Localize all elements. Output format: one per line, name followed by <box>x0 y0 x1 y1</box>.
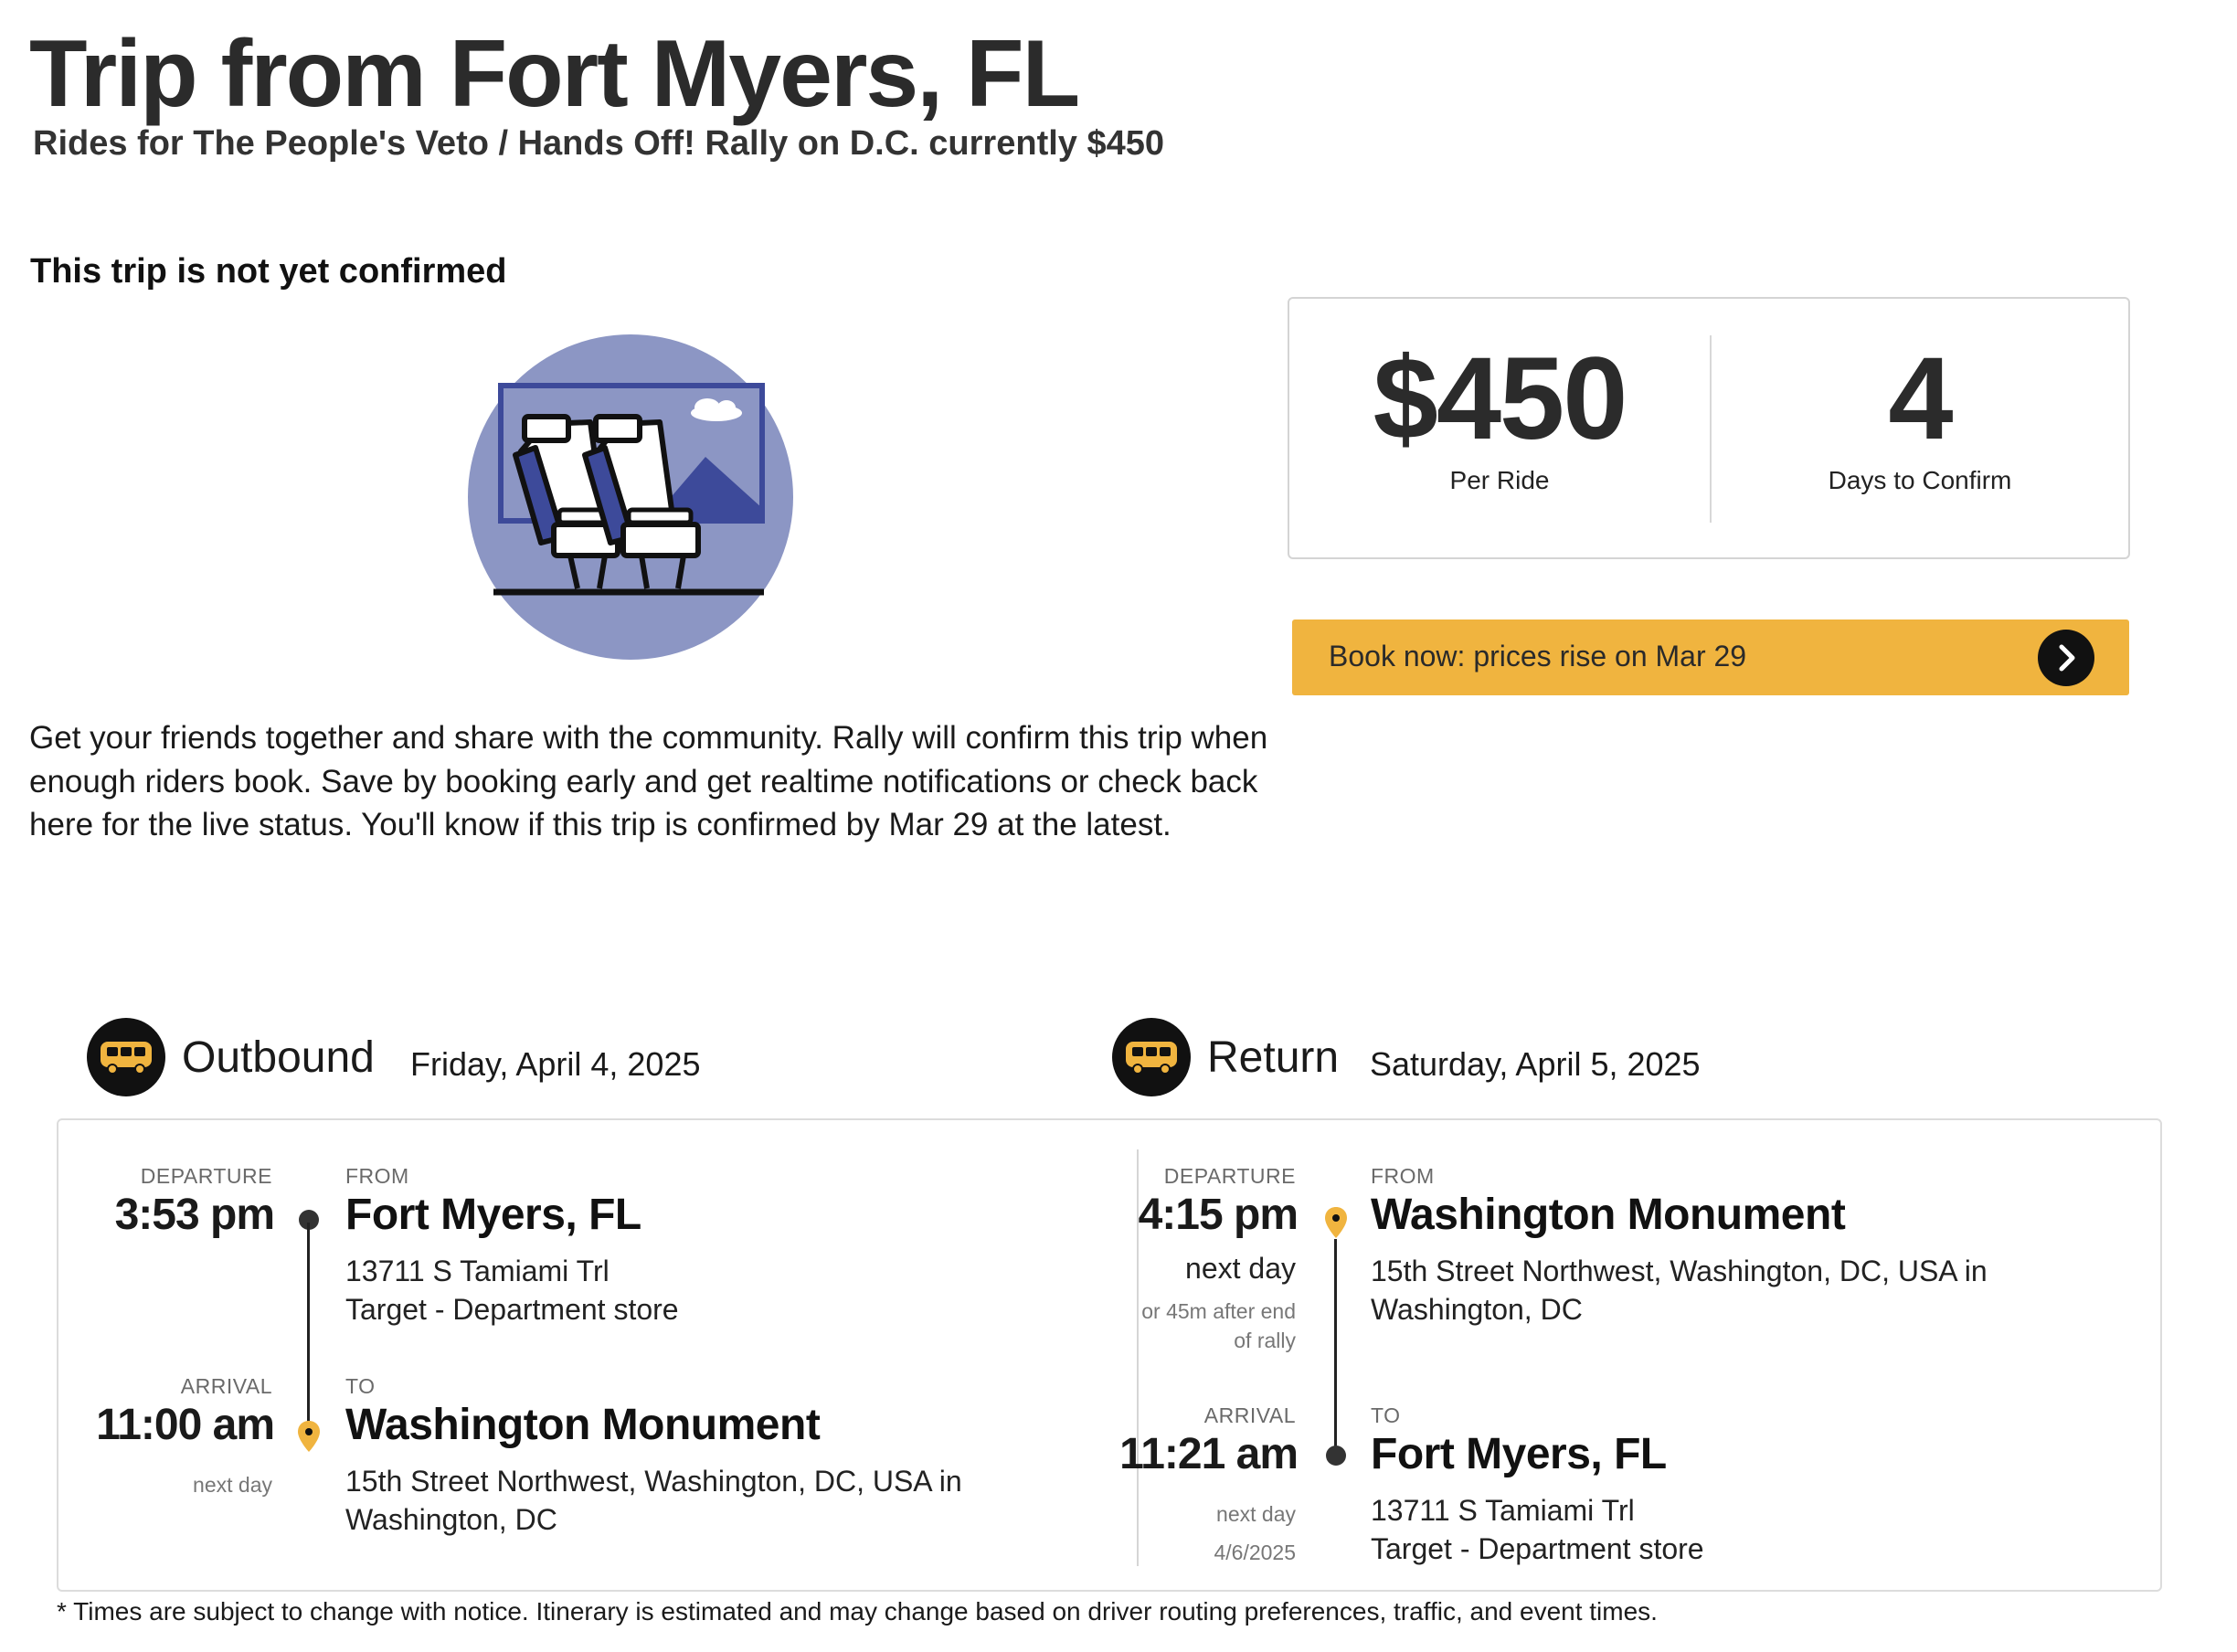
return-departure-label: DEPARTURE <box>1163 1164 1296 1188</box>
chevron-right-icon <box>2038 630 2094 686</box>
return-arrival-label: ARRIVAL <box>1203 1403 1296 1427</box>
return-departure-note: next day <box>1185 1252 1296 1285</box>
return-departure-detail: or 45m after end <box>1141 1299 1296 1323</box>
return-to-address: 13711 S Tamiami Trl <box>1371 1494 1635 1527</box>
return-from-label: FROM <box>1371 1164 1435 1188</box>
trip-stats-card: $450 Per Ride 4 Days to Confirm <box>1288 297 2130 559</box>
outbound-to-address: 15th Street Northwest, Washington, DC, U… <box>345 1465 962 1498</box>
price-value: $450 <box>1373 334 1628 464</box>
return-arrival-time: 11:21 am <box>1119 1430 1299 1478</box>
return-from-place: Washington Monument <box>1371 1191 1846 1239</box>
outbound-arrival-time: 11:00 am <box>96 1401 275 1449</box>
page-subtitle: Rides for The People's Veto / Hands Off!… <box>33 124 1165 163</box>
days-value: 4 <box>1888 334 1953 464</box>
route-line <box>307 1223 310 1424</box>
destination-dot <box>1326 1446 1346 1466</box>
outbound-to-address-detail: Washington, DC <box>345 1503 557 1536</box>
outbound-from-label: FROM <box>345 1164 409 1188</box>
return-from-address: 15th Street Northwest, Washington, DC, U… <box>1371 1255 1988 1287</box>
return-header: Return Saturday, April 5, 2025 <box>1112 1018 1843 1096</box>
outbound-from-address: 13711 S Tamiami Trl <box>345 1255 610 1287</box>
return-from-address-detail: Washington, DC <box>1371 1293 1583 1326</box>
status-description: Get your friends together and share with… <box>29 720 1268 842</box>
outbound-departure-time: 3:53 pm <box>114 1191 275 1239</box>
days-caption: Days to Confirm <box>1828 466 2012 494</box>
itinerary-card: DEPARTURE 3:53 pm FROM Fort Myers, FL 13… <box>57 1118 2162 1592</box>
itinerary-footnote: * Times are subject to change with notic… <box>57 1597 1658 1626</box>
outbound-from-place: Fort Myers, FL <box>345 1191 641 1239</box>
return-to-address-detail: Target - Department store <box>1371 1532 1704 1565</box>
outbound-arrival-label: ARRIVAL <box>180 1374 272 1398</box>
book-now-label: Book now: prices rise on Mar 29 <box>1329 640 1747 672</box>
outbound-from-address-detail: Target - Department store <box>345 1293 679 1326</box>
return-departure-detail-2: of rally <box>1234 1329 1296 1352</box>
return-date: Saturday, April 5, 2025 <box>1370 1045 1701 1083</box>
outbound-to-label: TO <box>345 1374 376 1398</box>
days-stat: 4 Days to Confirm <box>1710 299 2130 557</box>
outbound-to-place: Washington Monument <box>345 1401 821 1449</box>
bus-icon <box>87 1018 165 1096</box>
return-departure-time: 4:15 pm <box>1138 1191 1299 1239</box>
page-title: Trip from Fort Myers, FL <box>29 21 1080 127</box>
location-pin-icon <box>1324 1206 1348 1239</box>
outbound-title: Outbound <box>182 1033 375 1082</box>
status-heading: This trip is not yet confirmed <box>30 252 507 291</box>
location-pin-icon <box>297 1420 321 1453</box>
price-stat: $450 Per Ride <box>1289 299 1710 557</box>
outbound-departure-label: DEPARTURE <box>140 1164 272 1188</box>
outbound-arrival-note: next day <box>193 1473 272 1497</box>
outbound-header: Outbound Friday, April 4, 2025 <box>87 1018 726 1096</box>
bus-icon <box>1112 1018 1191 1096</box>
price-caption: Per Ride <box>1449 466 1550 494</box>
book-now-button[interactable]: Book now: prices rise on Mar 29 <box>1292 620 2129 695</box>
return-title: Return <box>1207 1033 1340 1082</box>
return-to-place: Fort Myers, FL <box>1371 1430 1667 1478</box>
return-arrival-note: next day <box>1216 1502 1296 1526</box>
route-line <box>1334 1239 1337 1449</box>
return-arrival-date: 4/6/2025 <box>1214 1541 1296 1564</box>
return-to-label: TO <box>1371 1403 1401 1427</box>
bus-seats-illustration <box>468 334 793 660</box>
outbound-date: Friday, April 4, 2025 <box>410 1045 701 1083</box>
